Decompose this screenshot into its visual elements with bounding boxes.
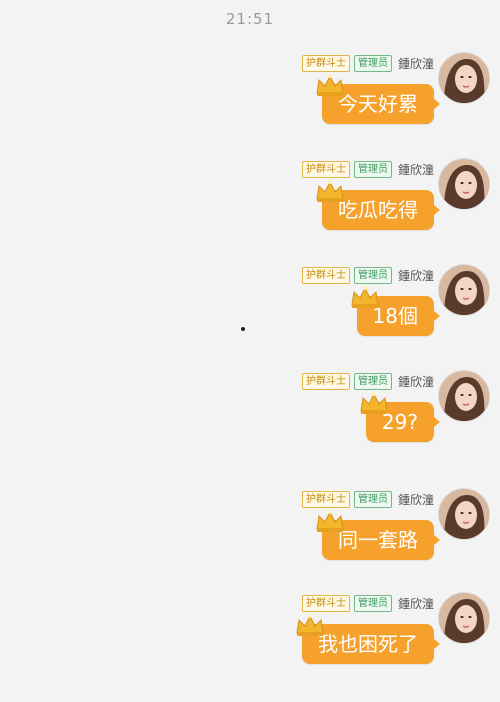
sender-name[interactable]: 鍾欣潼 — [398, 491, 434, 508]
avatar[interactable] — [438, 592, 490, 644]
message-row: 护群斗士 管理员 鍾欣潼 18個 — [0, 264, 500, 374]
message-text: 今天好累 — [338, 92, 418, 116]
admin-badge: 管理员 — [353, 594, 392, 612]
crown-icon — [314, 176, 346, 202]
timestamp: 21:51 — [225, 10, 275, 28]
admin-badge: 管理员 — [353, 372, 392, 390]
message-text: 同一套路 — [338, 528, 418, 552]
message-text: 吃瓜吃得 — [338, 198, 418, 222]
guard-badge: 护群斗士 — [301, 594, 350, 612]
message-bubble[interactable]: 吃瓜吃得 — [316, 180, 440, 230]
message-row: 护群斗士 管理员 鍾欣潼吃瓜吃得 — [0, 158, 500, 268]
avatar[interactable] — [438, 158, 490, 210]
crown-icon — [294, 610, 326, 636]
avatar[interactable] — [438, 488, 490, 540]
sender-name[interactable]: 鍾欣潼 — [398, 373, 434, 390]
sender-name[interactable]: 鍾欣潼 — [398, 55, 434, 72]
sender-name[interactable]: 鍾欣潼 — [398, 161, 434, 178]
admin-badge: 管理员 — [353, 160, 392, 178]
message-row: 护群斗士 管理员 鍾欣潼今天好累 — [0, 52, 500, 162]
crown-icon — [314, 70, 346, 96]
guard-badge: 护群斗士 — [301, 160, 350, 178]
crown-icon — [349, 282, 381, 308]
crown-icon — [314, 506, 346, 532]
guard-badge: 护群斗士 — [301, 54, 350, 72]
message-row: 护群斗士 管理员 鍾欣潼 29? — [0, 370, 500, 480]
crown-icon — [358, 388, 390, 414]
avatar[interactable] — [438, 52, 490, 104]
avatar[interactable] — [438, 264, 490, 316]
guard-badge: 护群斗士 — [301, 490, 350, 508]
sender-name[interactable]: 鍾欣潼 — [398, 595, 434, 612]
message-bubble[interactable]: 我也困死了 — [296, 614, 440, 664]
admin-badge: 管理员 — [353, 490, 392, 508]
sender-name[interactable]: 鍾欣潼 — [398, 267, 434, 284]
message-bubble[interactable]: 29? — [360, 392, 441, 442]
admin-badge: 管理员 — [353, 266, 392, 284]
avatar[interactable] — [438, 370, 490, 422]
message-bubble[interactable]: 同一套路 — [316, 510, 440, 560]
guard-badge: 护群斗士 — [301, 372, 350, 390]
message-row: 护群斗士 管理员 鍾欣潼我也困死了 — [0, 592, 500, 702]
message-row: 护群斗士 管理员 鍾欣潼同一套路 — [0, 488, 500, 598]
message-bubble[interactable]: 今天好累 — [316, 74, 440, 124]
guard-badge: 护群斗士 — [301, 266, 350, 284]
admin-badge: 管理员 — [353, 54, 392, 72]
message-bubble[interactable]: 18個 — [350, 286, 441, 336]
